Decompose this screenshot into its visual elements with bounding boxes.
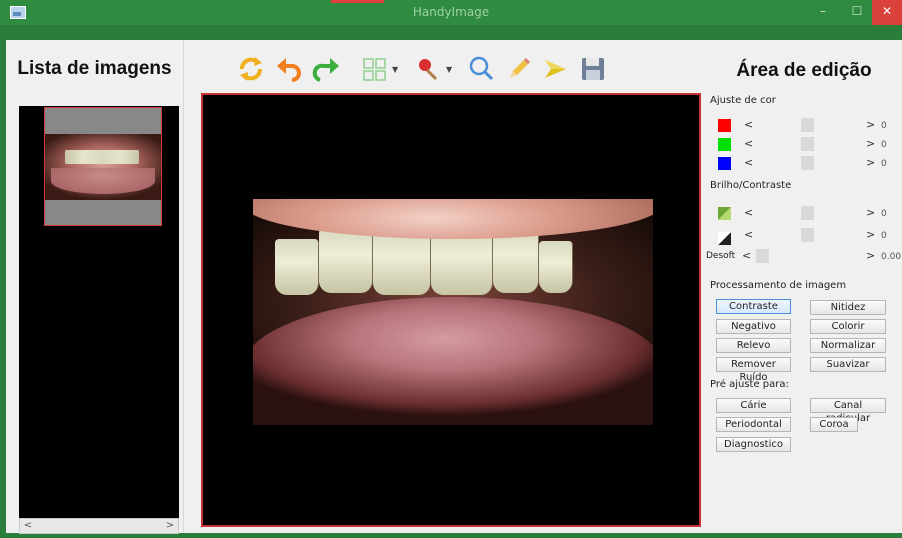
brightness-decrease-button[interactable]: < [744, 206, 753, 219]
red-value: 0 [881, 121, 887, 131]
green-swatch [718, 138, 731, 151]
colorir-button[interactable]: Colorir [810, 319, 886, 334]
blue-swatch [718, 157, 731, 170]
canal-radicular-button[interactable]: Canal radicular [810, 398, 886, 424]
desoft-slider-row: Desoft < > 0.00 [706, 249, 902, 265]
title-bar: HandyImage – ☐ ✕ [0, 0, 902, 25]
close-button[interactable]: ✕ [872, 0, 902, 25]
image-canvas[interactable] [201, 93, 701, 527]
diagnostico-button[interactable]: Diagnostico [716, 437, 791, 452]
green-slider[interactable] [756, 137, 862, 151]
relevo-button[interactable]: Relevo [716, 338, 791, 353]
contrast-value: 0 [881, 231, 887, 241]
blue-value: 0 [881, 159, 887, 169]
preset-label: Pré ajuste para: [710, 379, 789, 390]
contrast-decrease-button[interactable]: < [744, 228, 753, 241]
contrast-icon [718, 232, 731, 245]
pin-dropdown-icon[interactable]: ▼ [446, 65, 452, 74]
desoft-decrease-button[interactable]: < [742, 249, 751, 262]
teeth [275, 229, 573, 299]
red-swatch [718, 119, 731, 132]
nitidez-button[interactable]: Nitidez [810, 300, 886, 315]
contrast-slider-row: < > 0 [706, 228, 902, 245]
undo-icon[interactable] [274, 54, 304, 84]
blue-slider-row: < > 0 [706, 156, 902, 172]
periodontal-button[interactable]: Periodontal [716, 417, 791, 432]
pencil-icon[interactable] [504, 54, 534, 84]
coroa-button[interactable]: Coroa [810, 417, 858, 432]
viewer-panel: ▼ ▼ [183, 40, 706, 533]
desoft-label: Desoft [706, 251, 736, 261]
lower-lip [253, 297, 653, 425]
red-decrease-button[interactable]: < [744, 118, 753, 131]
grid-icon[interactable] [360, 54, 390, 84]
redo-icon[interactable] [312, 54, 342, 84]
grid-dropdown-icon[interactable]: ▼ [392, 65, 398, 74]
minimize-button[interactable]: – [812, 0, 834, 25]
brightness-slider-thumb[interactable] [801, 206, 814, 220]
thumbnail-lip [51, 168, 155, 194]
carie-button[interactable]: Cárie [716, 398, 791, 413]
negativo-button[interactable]: Negativo [716, 319, 791, 334]
title-accent [331, 0, 384, 3]
remover-ruido-button[interactable]: Remover Ruído [716, 357, 791, 383]
pin-icon[interactable] [412, 54, 442, 84]
brightness-slider-row: < > 0 [706, 206, 902, 222]
window-title: HandyImage [412, 5, 490, 19]
dental-photo [253, 199, 653, 425]
save-icon[interactable] [578, 54, 608, 84]
color-adjust-label: Ajuste de cor [710, 95, 776, 106]
refresh-icon[interactable] [236, 54, 266, 84]
red-slider-thumb[interactable] [801, 118, 814, 132]
desoft-slider[interactable] [756, 249, 862, 263]
processing-label: Processamento de imagem [710, 280, 847, 291]
desoft-slider-thumb[interactable] [756, 249, 769, 263]
scroll-left-arrow[interactable]: < [20, 519, 36, 533]
brightness-increase-button[interactable]: > [866, 206, 875, 219]
image-thumbnail[interactable] [44, 107, 162, 226]
green-value: 0 [881, 140, 887, 150]
image-list-panel: Lista de imagens < > [6, 40, 183, 534]
brightness-contrast-label: Brilho/Contraste [710, 180, 792, 191]
blue-increase-button[interactable]: > [866, 156, 875, 169]
contraste-button[interactable]: Contraste [716, 299, 791, 314]
thumbnail-list[interactable] [19, 106, 179, 518]
desoft-increase-button[interactable]: > [866, 249, 875, 262]
toolbar: ▼ ▼ [184, 40, 707, 92]
suavizar-button[interactable]: Suavizar [810, 357, 886, 372]
brightness-icon [718, 207, 731, 220]
brightness-slider[interactable] [756, 206, 862, 220]
blue-slider-thumb[interactable] [801, 156, 814, 170]
desoft-value: 0.00 [881, 252, 902, 262]
zoom-icon[interactable] [466, 54, 496, 84]
green-slider-thumb[interactable] [801, 137, 814, 151]
brightness-value: 0 [881, 209, 887, 219]
arrow-icon[interactable] [540, 54, 570, 84]
contrast-increase-button[interactable]: > [866, 228, 875, 241]
edit-panel: Área de edição Ajuste de cor < > 0 < > 0… [706, 40, 902, 533]
edit-panel-title: Área de edição [736, 60, 872, 81]
thumbnail-teeth [65, 150, 139, 164]
contrast-slider-thumb[interactable] [801, 228, 814, 242]
red-increase-button[interactable]: > [866, 118, 875, 131]
maximize-button[interactable]: ☐ [846, 0, 868, 25]
image-list-title: Lista de imagens [17, 58, 172, 79]
green-slider-row: < > 0 [706, 137, 902, 153]
contrast-slider[interactable] [756, 228, 862, 242]
scroll-right-arrow[interactable]: > [162, 519, 178, 533]
green-increase-button[interactable]: > [866, 137, 875, 150]
blue-decrease-button[interactable]: < [744, 156, 753, 169]
blue-slider[interactable] [756, 156, 862, 170]
thumbnail-scrollbar[interactable]: < > [19, 518, 179, 534]
normalizar-button[interactable]: Normalizar [810, 338, 886, 353]
green-decrease-button[interactable]: < [744, 137, 753, 150]
red-slider[interactable] [756, 118, 862, 132]
red-slider-row: < > 0 [706, 118, 902, 134]
